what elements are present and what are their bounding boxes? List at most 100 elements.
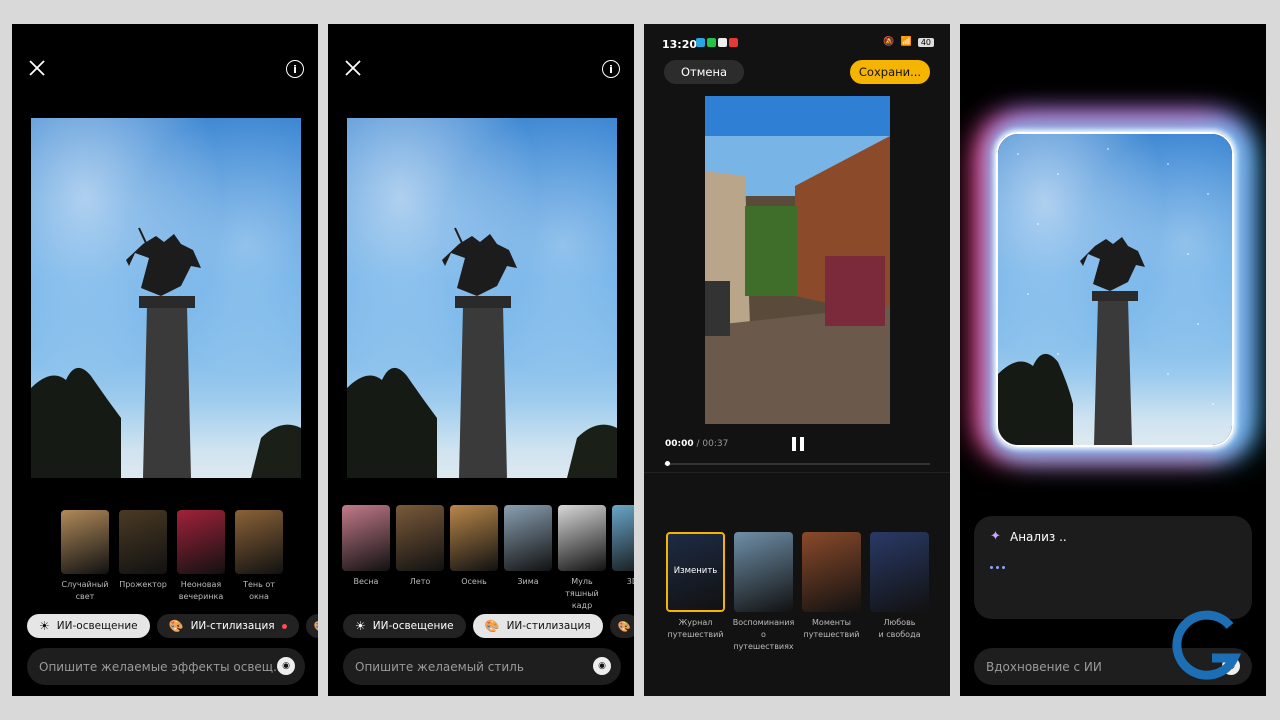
template-item[interactable]: Любовь и свобода — [870, 532, 929, 653]
cancel-button[interactable]: Отмена — [664, 60, 744, 84]
style-preset-label: Лето — [409, 577, 431, 586]
style-preset-thumbnail — [342, 505, 390, 571]
template-item[interactable]: Изменить Журнал путешествий — [666, 532, 725, 653]
palette-icon: 🎨 — [168, 619, 184, 633]
new-badge-dot — [281, 623, 287, 629]
sun-icon: ☀ — [39, 619, 50, 633]
battery-icon: 40 — [917, 37, 934, 47]
style-preset-item[interactable]: Лето — [396, 505, 444, 612]
lighting-preset-item[interactable]: Прожектор — [117, 510, 169, 603]
lighting-preset-label: Тень от окна — [243, 580, 275, 601]
chip-label: ИИ-стилизация — [190, 620, 275, 632]
loading-dots — [990, 566, 1005, 569]
style-preset-label: 3D-з — [626, 577, 634, 586]
chip-more[interactable]: 🎨 — [609, 614, 634, 638]
mode-chips: ☀ ИИ-освещение 🎨 ИИ-стилизация 🎨 — [343, 614, 634, 638]
video-preview — [705, 96, 890, 424]
lighting-preset-thumbnail — [235, 510, 283, 574]
voice-input-icon[interactable]: ◉ — [277, 657, 295, 675]
style-preset-item[interactable]: Весна — [342, 505, 390, 612]
style-preset-label: Весна — [353, 577, 379, 586]
style-preset-item[interactable]: 3D-з — [612, 505, 634, 612]
template-item[interactable]: Моменты путешествий — [802, 532, 861, 653]
watermark-logo-icon — [1172, 610, 1242, 680]
analysis-status: Анализ .. — [1010, 530, 1067, 544]
style-preset-thumbnail — [396, 505, 444, 571]
mode-chips: ☀ ИИ-освещение 🎨 ИИ-стилизация 🎨 — [27, 614, 318, 638]
close-icon[interactable] — [343, 58, 363, 78]
chip-ai-stylization[interactable]: 🎨 ИИ-стилизация — [472, 614, 603, 638]
template-thumbnail — [870, 532, 929, 612]
voice-input-icon[interactable]: ◉ — [593, 657, 611, 675]
chip-label: ИИ-стилизация — [506, 620, 591, 632]
lighting-preset-thumbnail — [177, 510, 225, 574]
template-label: Моменты путешествий — [803, 618, 860, 639]
style-preset-label: Зима — [517, 577, 539, 586]
prompt-placeholder: Опишите желаемый стиль — [355, 659, 524, 674]
ai-inspiration-panel: ✦ Анализ .. Вдохновение с ИИ ◉ — [960, 24, 1266, 696]
style-preset-label: Муль тяшный кадр — [565, 577, 599, 610]
template-label: Воспоминания о путешествиях — [732, 618, 795, 651]
style-preset-item[interactable]: Муль тяшный кадр — [558, 505, 606, 612]
clock: 13:20 — [662, 38, 698, 51]
divider — [644, 472, 950, 473]
sun-icon: ☀ — [355, 619, 366, 633]
photo-preview — [31, 118, 301, 478]
statue-image — [998, 148, 1214, 445]
info-icon[interactable]: i — [602, 60, 620, 78]
template-label: Журнал путешествий — [667, 618, 724, 639]
statue-image — [347, 227, 617, 478]
lighting-presets: Случайный свет Прожектор Неоновая вечеринк… — [59, 510, 285, 603]
style-preset-item[interactable]: Зима — [504, 505, 552, 612]
statue-image — [31, 227, 301, 478]
template-list: Изменить Журнал путешествий Воспоминания о… — [666, 532, 929, 653]
lighting-preset-item[interactable]: Тень от окна — [233, 510, 285, 603]
ai-analysis-card: ✦ Анализ .. — [974, 516, 1252, 619]
chip-more[interactable]: 🎨 — [305, 614, 318, 638]
glowing-photo — [996, 132, 1234, 447]
ai-lighting-panel: i Случайный свет Прожектор Неоновая вечери… — [12, 24, 318, 696]
style-presets: Весна Лето Осень Зима Муль тяшный кадр 3D-з — [342, 505, 634, 612]
wifi-icon: 📶 — [900, 37, 912, 47]
lighting-preset-label: Неоновая вечеринка — [178, 580, 224, 601]
save-button[interactable]: Сохрани... — [850, 60, 930, 84]
template-thumbnail — [734, 532, 793, 612]
style-preset-item[interactable]: Осень — [450, 505, 498, 612]
lighting-preset-item[interactable]: Случайный свет — [59, 510, 111, 603]
playback-time: 00:00 / 00:37 — [665, 439, 729, 449]
palette-icon: 🎨 — [484, 619, 500, 633]
lighting-preset-label: Случайный свет — [61, 580, 109, 601]
close-icon[interactable] — [27, 58, 47, 78]
lighting-preset-thumbnail — [119, 510, 167, 574]
chip-label: ИИ-освещение — [372, 620, 454, 632]
style-preset-thumbnail — [504, 505, 552, 571]
playback-slider[interactable] — [664, 461, 930, 466]
lighting-preset-thumbnail — [61, 510, 109, 574]
inspiration-label: Вдохновение с ИИ — [986, 659, 1102, 674]
lighting-preset-item[interactable]: Неоновая вечеринка — [175, 510, 227, 603]
photo-preview — [347, 118, 617, 478]
street-image — [705, 96, 890, 424]
chip-label: ИИ-освещение — [56, 620, 138, 632]
chip-ai-stylization[interactable]: 🎨 ИИ-стилизация — [156, 614, 299, 638]
system-status: 🔕 📶 40 — [883, 37, 934, 47]
template-thumbnail: Изменить — [666, 532, 725, 612]
style-preset-thumbnail — [612, 505, 634, 571]
style-preset-label: Осень — [461, 577, 487, 586]
mute-icon: 🔕 — [883, 37, 895, 47]
video-template-panel: 13:20 🔕 📶 40 Отмена Сохрани... 00:00 / 0… — [644, 24, 950, 696]
sparkle-icon: ✦ — [990, 529, 1001, 544]
lighting-prompt-input[interactable]: Опишите желаемые эффекты освещ... ◉ — [27, 648, 305, 685]
chip-ai-lighting[interactable]: ☀ ИИ-освещение — [343, 614, 466, 638]
lighting-preset-label: Прожектор — [119, 580, 167, 589]
edit-overlay-label[interactable]: Изменить — [668, 566, 723, 576]
chip-ai-lighting[interactable]: ☀ ИИ-освещение — [27, 614, 150, 638]
template-item[interactable]: Воспоминания о путешествиях — [732, 532, 795, 653]
prompt-placeholder: Опишите желаемые эффекты освещ... — [39, 659, 285, 674]
template-thumbnail — [802, 532, 861, 612]
style-preset-thumbnail — [450, 505, 498, 571]
pause-icon[interactable] — [792, 437, 804, 451]
style-prompt-input[interactable]: Опишите желаемый стиль ◉ — [343, 648, 621, 685]
ai-stylization-panel: i Весна Лето Осень Зима Муль тяшный кадр 3D-з… — [328, 24, 634, 696]
info-icon[interactable]: i — [286, 60, 304, 78]
